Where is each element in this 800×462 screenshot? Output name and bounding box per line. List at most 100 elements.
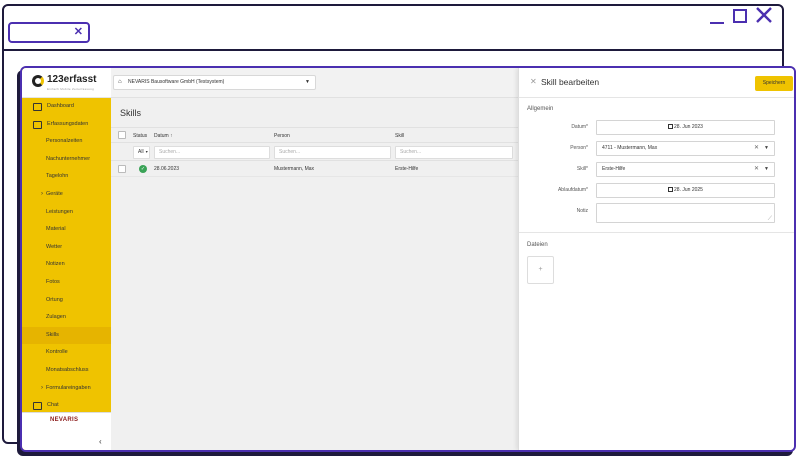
- column-skill[interactable]: Skill: [395, 133, 404, 139]
- dashboard-icon: [33, 103, 42, 111]
- sidebar-item-label: Chat: [47, 402, 59, 409]
- datum-field[interactable]: 28. Jun 2023: [596, 120, 775, 135]
- sidebar-item-material[interactable]: Material: [22, 221, 111, 239]
- chevron-right-icon: ›: [41, 190, 43, 197]
- resize-handle-icon: ⟋: [767, 216, 772, 222]
- logo[interactable]: 123erfasst Einfach Mobile Zeiterfassung: [22, 68, 111, 98]
- section-divider: [519, 232, 794, 233]
- back-window-divider: [4, 49, 782, 51]
- sidebar-item-dashboard[interactable]: Dashboard: [22, 98, 111, 116]
- save-button[interactable]: Speichern: [755, 76, 793, 91]
- sidebar-item-ger-te[interactable]: › Geräte: [22, 186, 111, 204]
- note-textarea[interactable]: ⟋: [596, 203, 775, 223]
- sidebar: 123erfasst Einfach Mobile Zeiterfassung …: [22, 68, 111, 450]
- sidebar-item-monatsabschluss[interactable]: Monatsabschluss: [22, 362, 111, 380]
- status-filter[interactable]: All ▼: [133, 146, 150, 159]
- sidebar-item-label: Geräte: [46, 190, 63, 197]
- sidebar-item-wetter[interactable]: Wetter: [22, 239, 111, 257]
- datum-value-wrap: 28. Jun 2023: [597, 121, 774, 134]
- sidebar-item-label: Wetter: [46, 243, 63, 250]
- company-selector[interactable]: ⌂ NEVARIS Bausoftware GmbH (Testsystem) …: [113, 75, 316, 90]
- sidebar-item-fotos[interactable]: Fotos: [22, 274, 111, 292]
- topbar: ⌂ NEVARIS Bausoftware GmbH (Testsystem) …: [111, 68, 518, 98]
- sidebar-item-label: Erfassungsdaten: [47, 120, 89, 127]
- sidebar-item-label: Zulagen: [46, 314, 66, 321]
- sidebar-item-label: Nachunternehmer: [46, 155, 91, 162]
- section-general: Allgemein: [527, 106, 554, 112]
- expiry-value-wrap: 28. Jun 2025: [597, 184, 774, 197]
- sidebar-item-leistungen[interactable]: Leistungen: [22, 204, 111, 222]
- home-icon: ⌂: [118, 79, 122, 85]
- sidebar-item-ortung[interactable]: Ortung: [22, 292, 111, 310]
- company-name: NEVARIS Bausoftware GmbH (Testsystem): [128, 79, 225, 85]
- section-files: Dateien: [527, 242, 548, 248]
- sidebar-item-kontrolle[interactable]: Kontrolle: [22, 344, 111, 362]
- back-window-tab: ✕: [8, 22, 90, 43]
- chat-icon: [33, 402, 42, 411]
- sidebar-item-nachunternehmer[interactable]: Nachunternehmer: [22, 151, 111, 169]
- close-panel-icon[interactable]: ✕: [530, 77, 537, 86]
- person-filter-input[interactable]: Suchen...: [274, 146, 391, 159]
- records-icon: [33, 120, 42, 129]
- datum-filter-input[interactable]: Suchen...: [154, 146, 270, 159]
- cell-skill: Erste-Hilfe: [395, 166, 419, 172]
- skill-label: Skill*: [576, 166, 588, 172]
- sidebar-item-label: Kontrolle: [46, 349, 68, 356]
- logo-subtitle: Einfach Mobile Zeiterfassung: [47, 87, 95, 91]
- minimize-icon: [710, 22, 724, 24]
- sidebar-item-label: Personalzeiten: [46, 138, 83, 145]
- chevron-down-icon[interactable]: ▼: [764, 163, 769, 176]
- select-all-checkbox[interactable]: [118, 131, 126, 139]
- calendar-icon: [668, 187, 674, 192]
- table-row[interactable]: ✓ 28.06.2023 Mustermann, Max Erste-Hilfe: [111, 161, 518, 177]
- row-checkbox[interactable]: [118, 165, 126, 173]
- sidebar-nav: Dashboard Erfassungsdaten Personalzeiten Na…: [22, 98, 111, 415]
- sidebar-item-label: Ortung: [46, 296, 63, 303]
- logo-text: 123erfasst: [47, 74, 97, 85]
- upload-button[interactable]: +: [527, 256, 554, 284]
- filter-row: All ▼ Suchen... Suchen... Suchen...: [111, 143, 518, 161]
- illustration: ✕ 123erfasst Einfach Mobile Zeiterfassun…: [0, 0, 800, 462]
- skill-select[interactable]: Erste-Hilfe ✕ ▼: [596, 162, 775, 177]
- expiry-field[interactable]: 28. Jun 2025: [596, 183, 775, 198]
- skills-table: Status Datum ↑ Person Skill All ▼ Suchen…: [111, 127, 518, 177]
- chevron-right-icon: ›: [41, 384, 43, 391]
- clear-icon[interactable]: ✕: [754, 142, 759, 155]
- chevron-down-icon: ▼: [144, 150, 149, 154]
- column-datum[interactable]: Datum ↑: [154, 133, 173, 139]
- chevron-down-icon[interactable]: ▼: [764, 142, 769, 155]
- collapse-sidebar-button[interactable]: ‹: [99, 437, 102, 446]
- expiry-value: 28. Jun 2025: [674, 187, 703, 193]
- datum-label: Datum*: [571, 124, 588, 130]
- sidebar-item-erfassungsdaten[interactable]: Erfassungsdaten: [22, 116, 111, 134]
- sidebar-item-label: Notizen: [46, 261, 65, 268]
- logo-mark-icon: [32, 75, 44, 87]
- person-select[interactable]: 4711 - Mustermann, Max ✕ ▼: [596, 141, 775, 156]
- sidebar-item-personalzeiten[interactable]: Personalzeiten: [22, 133, 111, 151]
- panel-title: Skill bearbeiten: [541, 77, 600, 87]
- clear-icon[interactable]: ✕: [754, 163, 759, 176]
- maximize-icon: [733, 9, 747, 23]
- panel-header: ✕ Skill bearbeiten Speichern: [519, 68, 794, 98]
- sidebar-item-formulareingaben[interactable]: › Formulareingaben: [22, 380, 111, 398]
- sidebar-item-label: Skills: [46, 331, 59, 338]
- column-person[interactable]: Person: [274, 133, 290, 139]
- sidebar-item-notizen[interactable]: Notizen: [22, 256, 111, 274]
- calendar-icon: [668, 124, 674, 129]
- check-icon: ✓: [139, 165, 147, 173]
- sidebar-footer: NEVARIS ‹: [22, 412, 111, 450]
- sidebar-item-label: Formulareingaben: [46, 384, 91, 391]
- page-title: Skills: [120, 108, 142, 118]
- sidebar-item-label: Dashboard: [47, 103, 74, 109]
- sidebar-item-skills[interactable]: Skills: [22, 326, 111, 345]
- column-status[interactable]: Status: [133, 133, 147, 139]
- sidebar-item-tagelohn[interactable]: Tagelohn: [22, 168, 111, 186]
- sidebar-item-label: Leistungen: [46, 208, 73, 215]
- main-content: ⌂ NEVARIS Bausoftware GmbH (Testsystem) …: [111, 68, 518, 450]
- skill-filter-input[interactable]: Suchen...: [395, 146, 513, 159]
- status-filter-value: All: [138, 149, 144, 155]
- sort-asc-icon: ↑: [170, 133, 173, 139]
- sidebar-item-zulagen[interactable]: Zulagen: [22, 309, 111, 327]
- sidebar-item-label: Material: [46, 226, 66, 233]
- note-label: Notiz: [576, 208, 588, 214]
